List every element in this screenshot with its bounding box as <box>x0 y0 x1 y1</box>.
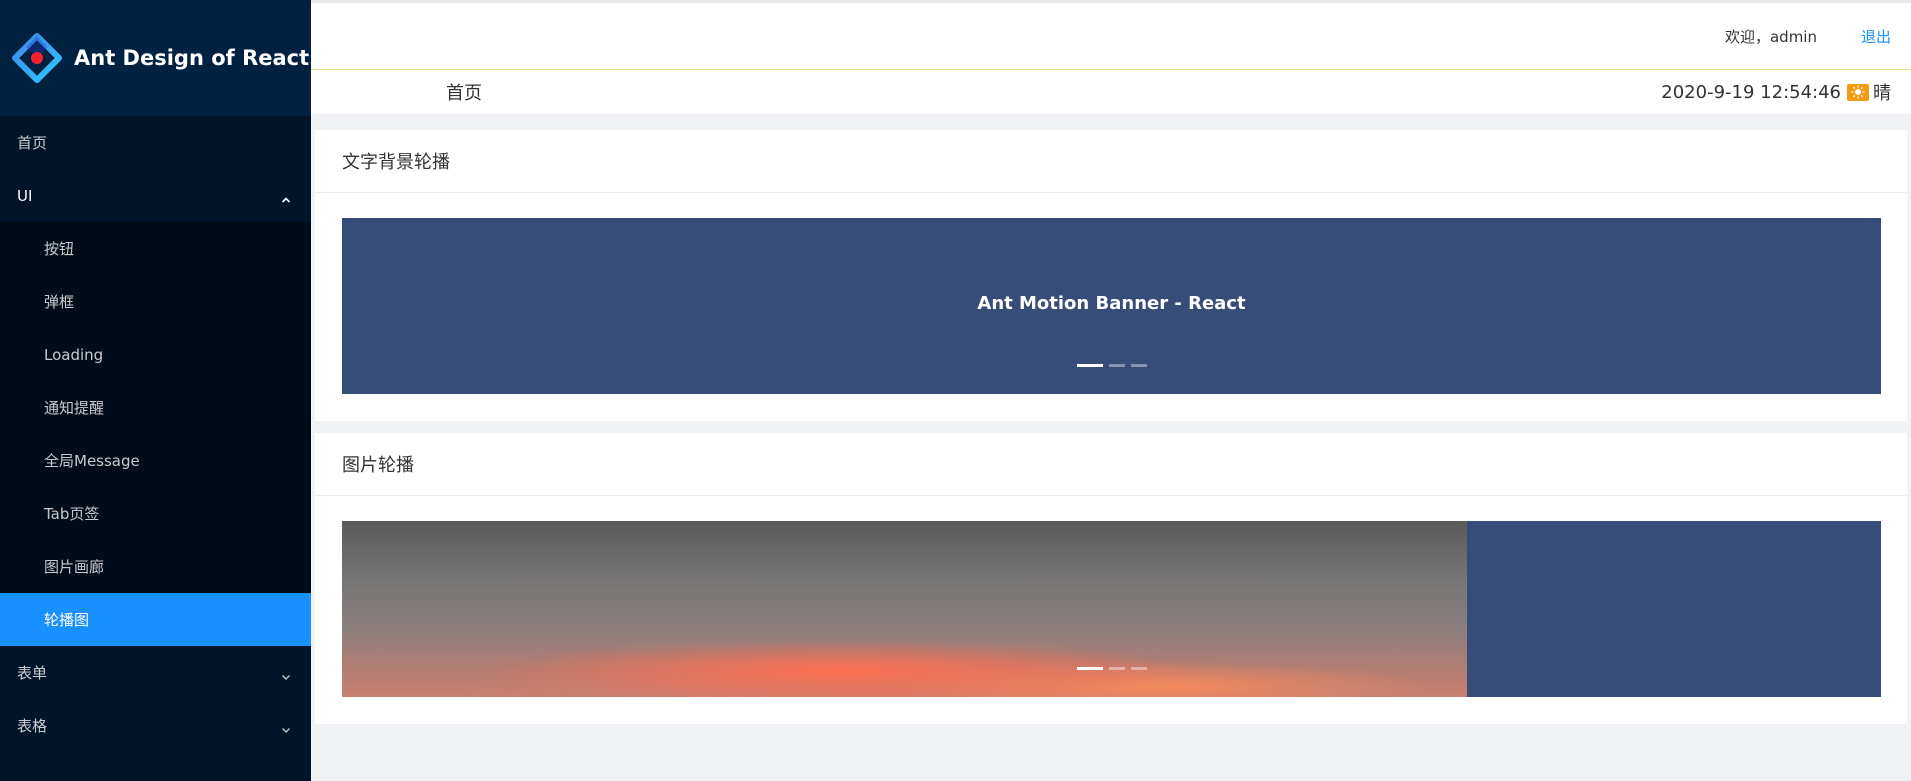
sidebar: Ant Design of React 首页 UI 按钮 弹框 Loading … <box>0 0 311 781</box>
sidebar-item-label: Loading <box>44 345 104 364</box>
carousel-dot-1[interactable] <box>1076 364 1103 367</box>
main-area: 欢迎，admin 退出 首页 2020-9-19 12:54:46 晴 文字背景… <box>311 0 1911 781</box>
logo[interactable]: Ant Design of React <box>0 0 311 116</box>
carousel-dot-1[interactable] <box>1076 667 1103 670</box>
weather-text: 晴 <box>1873 83 1891 104</box>
card-body <box>315 496 1907 724</box>
chevron-up-icon <box>281 191 291 203</box>
logo-title: Ant Design of React <box>74 46 310 70</box>
text-carousel-card: 文字背景轮播 Ant Motion Banner - React <box>315 130 1907 421</box>
page-content: 文字背景轮播 Ant Motion Banner - React 图片轮播 <box>311 114 1911 781</box>
sidebar-item-tabs[interactable]: Tab页签 <box>0 487 311 540</box>
sun-icon <box>1847 83 1869 101</box>
sidebar-item-label: 首页 <box>17 134 48 152</box>
breadcrumb: 首页 <box>446 83 482 104</box>
sidebar-item-gallery[interactable]: 图片画廊 <box>0 540 311 593</box>
breadcrumb-bar: 首页 2020-9-19 12:54:46 晴 <box>311 70 1911 114</box>
carousel-dot-3[interactable] <box>1130 667 1147 670</box>
sidebar-item-label: 轮播图 <box>44 611 90 629</box>
carousel-dots <box>1074 364 1150 367</box>
carousel-dot-2[interactable] <box>1108 364 1125 367</box>
sidebar-item-label: 表单 <box>17 664 48 682</box>
sidebar-item-global-message[interactable]: 全局Message <box>0 434 311 487</box>
logout-link[interactable]: 退出 <box>1861 26 1891 47</box>
sidebar-item-label: UI <box>17 186 33 205</box>
sunset-sky-image <box>342 521 1467 697</box>
datetime-weather: 2020-9-19 12:54:46 晴 <box>1661 79 1891 105</box>
sidebar-item-carousel[interactable]: 轮播图 <box>0 593 311 646</box>
ui-submenu: 按钮 弹框 Loading 通知提醒 全局Message Tab页签 图片画廊 … <box>0 222 311 646</box>
datetime-text: 2020-9-19 12:54:46 <box>1661 81 1841 103</box>
image-carousel[interactable] <box>342 521 1881 697</box>
sidebar-item-tables[interactable]: 表格 <box>0 699 311 752</box>
card-title: 图片轮播 <box>315 433 1907 496</box>
top-header: 欢迎，admin 退出 <box>311 0 1911 70</box>
text-carousel[interactable]: Ant Motion Banner - React <box>342 218 1881 394</box>
chevron-down-icon <box>281 721 291 733</box>
sidebar-item-label: 表格 <box>17 717 48 735</box>
carousel-dot-2[interactable] <box>1108 667 1125 670</box>
welcome-text: 欢迎，admin <box>1724 27 1817 46</box>
chevron-down-icon <box>281 668 291 680</box>
sidebar-item-label: 通知提醒 <box>44 399 105 417</box>
sidebar-item-modals[interactable]: 弹框 <box>0 275 311 328</box>
carousel-dots <box>1074 667 1150 670</box>
sidebar-menu: 首页 UI 按钮 弹框 Loading 通知提醒 全局Message Tab页签… <box>0 116 311 752</box>
sidebar-item-label: 弹框 <box>44 293 75 311</box>
card-title: 文字背景轮播 <box>315 130 1907 193</box>
image-carousel-card: 图片轮播 <box>315 433 1907 724</box>
sidebar-item-home[interactable]: 首页 <box>0 116 311 169</box>
sidebar-item-notifications[interactable]: 通知提醒 <box>0 381 311 434</box>
sidebar-item-label: Tab页签 <box>44 505 100 523</box>
sidebar-item-label: 按钮 <box>44 240 75 258</box>
banner-text: Ant Motion Banner - React <box>977 292 1246 314</box>
sidebar-item-label: 图片画廊 <box>44 558 105 576</box>
carousel-dot-3[interactable] <box>1130 364 1147 367</box>
sidebar-item-loading[interactable]: Loading <box>0 328 311 381</box>
sidebar-item-label: 全局Message <box>44 452 140 470</box>
sidebar-item-buttons[interactable]: 按钮 <box>0 222 311 275</box>
sidebar-item-ui[interactable]: UI <box>0 169 311 222</box>
card-body: Ant Motion Banner - React <box>315 193 1907 421</box>
sidebar-item-forms[interactable]: 表单 <box>0 646 311 699</box>
ant-design-logo-icon <box>12 33 62 83</box>
